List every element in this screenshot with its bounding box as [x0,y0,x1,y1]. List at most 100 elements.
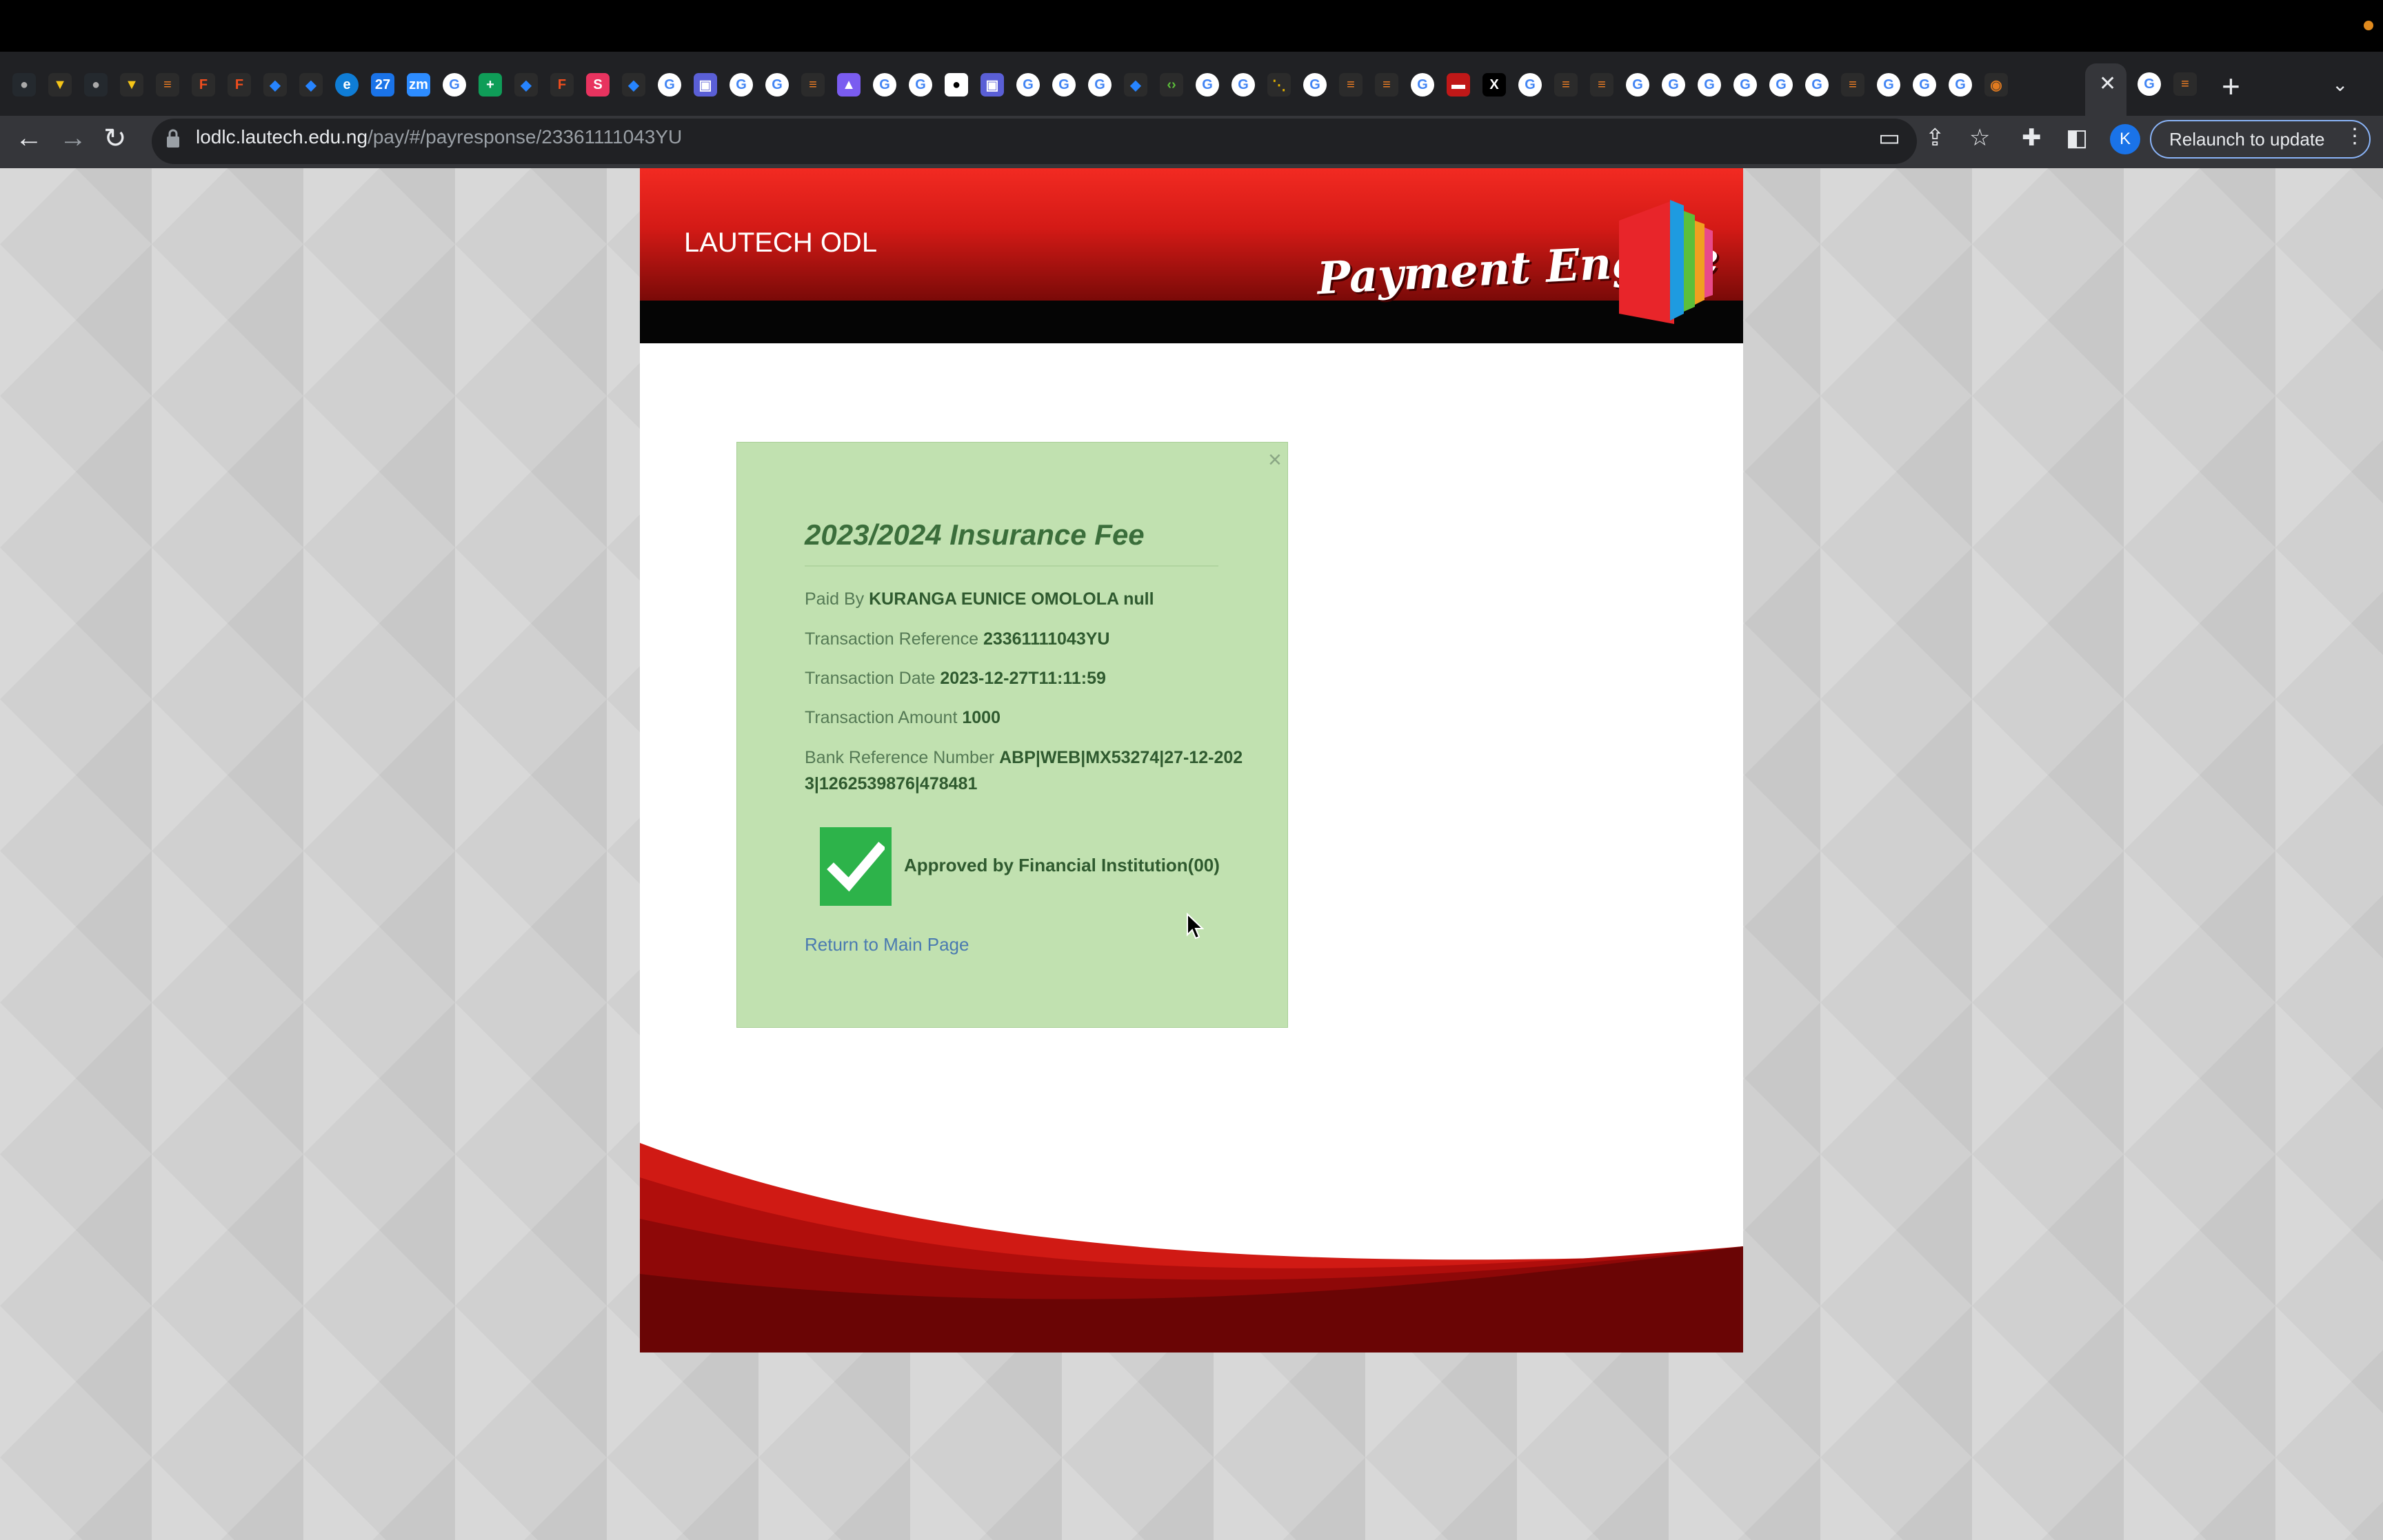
notification-dot [2364,21,2373,30]
address-url[interactable]: lodlc.lautech.edu.ng/pay/#/payresponse/2… [196,126,682,148]
tab-cast-icon[interactable]: ▭ [1878,124,1900,152]
vercel-icon[interactable]: ▼ [120,73,143,97]
app-icon[interactable]: ▣ [694,73,717,97]
trailing-tabs: G ≡ [2138,72,2197,96]
relaunch-button[interactable]: Relaunch to update [2150,120,2371,159]
notion-icon[interactable]: ▲ [837,73,861,97]
transaction-reference-row: Transaction Reference 23361111043YU [805,626,1109,652]
header-black-bar [640,301,1743,343]
extensions-icon[interactable]: ✚ [2022,124,2042,152]
figma-icon[interactable]: F [550,73,574,97]
transaction-date-row: Transaction Date 2023-12-27T11:11:59 [805,665,1106,691]
kebab-menu-icon[interactable]: ⋮ [2344,124,2365,148]
side-panel-icon[interactable]: ◧ [2066,124,2088,152]
tab-search-chevron-icon[interactable]: ⌄ [2332,73,2348,96]
tab-favicons: ● ▼ ● ▼ ≡ F F ◆ ◆ e 27 zm G + ◆ F S ◆ G ▣ G G ≡ ▲ G G ● ▣ G G G ◆ ‹› G G ⋱ G… [12,72,2008,97]
google-icon[interactable]: G [1949,73,1972,97]
github-icon[interactable]: ● [84,73,108,97]
code-icon[interactable]: ‹› [1160,73,1183,97]
lautech-icon[interactable]: ◉ [1984,73,2008,97]
forward-icon[interactable]: → [59,123,87,154]
bank-reference-row: Bank Reference Number ABP|WEB|MX53274|27… [805,744,1246,797]
google-icon[interactable]: G [1913,73,1936,97]
stackoverflow-icon[interactable]: ≡ [2173,72,2197,96]
google-icon[interactable]: G [1805,73,1829,97]
x-icon[interactable]: X [1482,73,1506,97]
google-icon[interactable]: G [730,73,753,97]
transaction-amount-value: 1000 [962,708,1001,727]
figma-icon[interactable]: F [192,73,215,97]
google-icon[interactable]: G [1196,73,1219,97]
google-icon[interactable]: G [1518,73,1542,97]
new-tab-icon[interactable]: + [2222,68,2240,105]
zoom-icon[interactable]: zm [407,73,430,97]
github-icon[interactable]: ● [12,73,36,97]
google-icon[interactable]: G [443,73,466,97]
edge-icon[interactable]: e [335,73,359,97]
bank-reference-label: Bank Reference Number [805,748,995,767]
google-icon[interactable]: G [1733,73,1757,97]
vercel-icon[interactable]: ▼ [48,73,72,97]
google-icon[interactable]: G [1626,73,1649,97]
stackoverflow-icon[interactable]: ≡ [1375,73,1398,97]
google-icon[interactable]: G [1303,73,1327,97]
google-icon[interactable]: G [1698,73,1721,97]
transaction-date-label: Transaction Date [805,669,936,688]
close-icon[interactable]: × [1268,447,1282,474]
google-icon[interactable]: G [909,73,932,97]
back-icon[interactable]: ← [15,123,43,154]
transaction-reference-value: 23361111043YU [983,629,1110,649]
dots-icon[interactable]: ⋱ [1267,73,1291,97]
stackoverflow-icon[interactable]: ≡ [1554,73,1578,97]
google-icon[interactable]: G [1411,73,1434,97]
google-icon[interactable]: G [1016,73,1040,97]
stackoverflow-icon[interactable]: ≡ [1841,73,1864,97]
google-icon[interactable]: G [1088,73,1112,97]
red-icon[interactable]: ▬ [1447,73,1470,97]
receipt-title: 2023/2024 Insurance Fee [805,518,1145,551]
stackoverflow-icon[interactable]: ≡ [1590,73,1613,97]
paid-by-value: KURANGA EUNICE OMOLOLA null [869,589,1154,609]
google-icon[interactable]: G [2138,72,2161,96]
stackoverflow-icon[interactable]: ≡ [1339,73,1363,97]
transaction-amount-label: Transaction Amount [805,708,958,727]
bookmark-star-icon[interactable]: ☆ [1969,124,1990,152]
return-to-main-link[interactable]: Return to Main Page [805,934,969,955]
title-divider [805,565,1218,567]
close-tab-icon[interactable]: ✕ [2099,72,2116,96]
google-icon[interactable]: G [658,73,681,97]
profile-avatar[interactable]: K [2110,124,2140,154]
stackoverflow-icon[interactable]: ≡ [156,73,179,97]
figma-icon[interactable]: F [228,73,251,97]
paid-by-row: Paid By KURANGA EUNICE OMOLOLA null [805,586,1154,612]
transaction-reference-label: Transaction Reference [805,629,978,649]
google-icon[interactable]: G [1769,73,1793,97]
receipt-card: × 2023/2024 Insurance Fee Paid By KURANG… [736,442,1288,1028]
reload-icon[interactable]: ↻ [103,123,127,154]
s-icon[interactable]: S [586,73,610,97]
google-icon[interactable]: G [1231,73,1255,97]
google-icon[interactable]: G [1052,73,1076,97]
jira-icon[interactable]: ◆ [622,73,645,97]
google-icon[interactable]: G [1662,73,1685,97]
google-icon[interactable]: G [1877,73,1900,97]
calendar-icon[interactable]: 27 [371,73,394,97]
jira-icon[interactable]: ◆ [514,73,538,97]
paid-by-label: Paid By [805,589,865,609]
share-icon[interactable]: ⇪ [1925,124,1945,152]
jira-icon[interactable]: ◆ [1124,73,1147,97]
menu-bar [0,0,2383,52]
stackoverflow-icon[interactable]: ≡ [801,73,825,97]
app-icon[interactable]: ▣ [981,73,1004,97]
lock-icon [167,129,179,148]
sheets-icon[interactable]: + [479,73,502,97]
footer-swoosh [640,1143,1743,1352]
jira-icon[interactable]: ◆ [263,73,287,97]
books-logo-icon [1619,200,1713,324]
circle-icon[interactable]: ● [945,73,968,97]
transaction-amount-row: Transaction Amount 1000 [805,705,1001,731]
jira-icon[interactable]: ◆ [299,73,323,97]
approval-status: Approved by Financial Institution(00) [904,855,1220,875]
google-icon[interactable]: G [765,73,789,97]
google-icon[interactable]: G [873,73,896,97]
